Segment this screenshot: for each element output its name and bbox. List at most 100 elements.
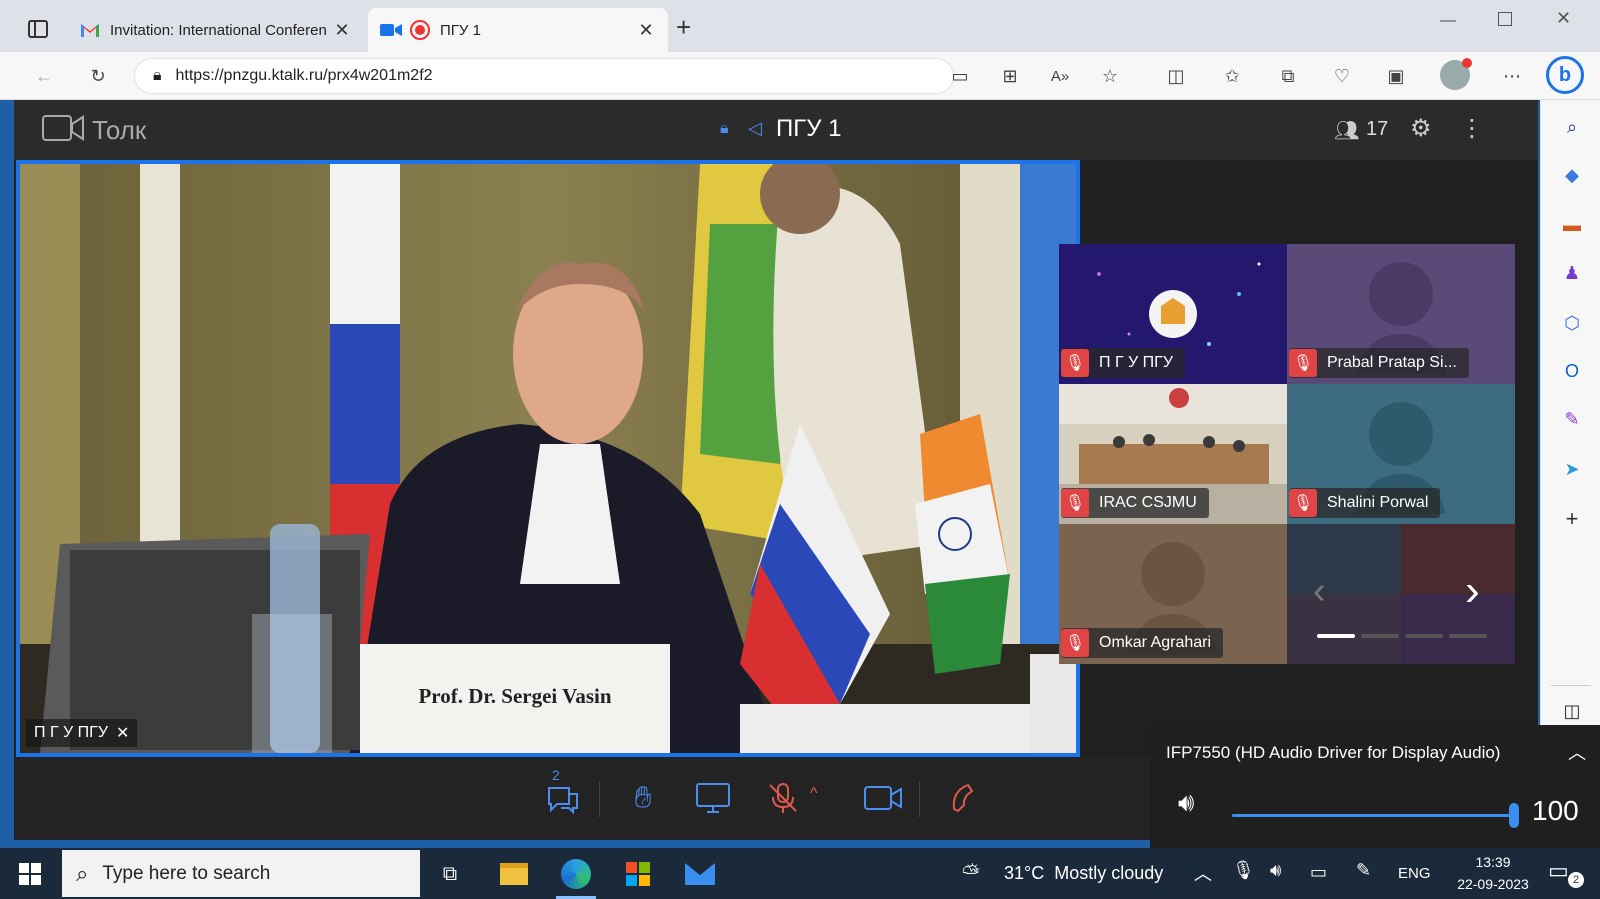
tools-briefcase-icon[interactable]: ▬ [1559,212,1585,238]
windows-start-icon[interactable] [12,856,48,892]
pager-dot[interactable] [1405,634,1443,638]
maximize-button[interactable] [1498,12,1512,26]
browser-essentials-icon[interactable]: ♡ [1330,64,1354,88]
window-close-button[interactable]: ✕ [1556,8,1571,29]
read-aloud-icon[interactable]: A» [1048,64,1072,88]
hand-icon: ✋︎ [634,781,652,814]
participant-tile-prabal[interactable]: 🎙︎ Prabal Pratap Si... [1287,244,1515,384]
tab-title: Invitation: International Conferen [110,21,327,39]
minimize-button[interactable]: — [1440,12,1456,30]
settings-gear-icon[interactable]: ⚙ [1410,114,1432,143]
pager-dot[interactable] [1361,634,1399,638]
bing-copilot-icon[interactable]: b [1546,56,1584,94]
tab-gmail-invitation[interactable]: Invitation: International Conferen ✕ [68,8,364,52]
main-speaker-video[interactable]: Prof. Dr. Sergei Vasin П Г У ПГУ ✕ [16,160,1080,757]
speaker-video-frame [20,164,1076,753]
designer-icon[interactable]: ✎ [1559,406,1585,432]
network-tray-icon[interactable]: ▭ [1310,862,1327,883]
video-camera-icon [380,24,402,36]
weather-text[interactable]: 31°C Mostly cloudy [1004,863,1163,884]
profile-avatar[interactable] [1440,58,1472,90]
brand-name: Толк [92,115,147,145]
pager-dots [1317,634,1487,638]
edge-browser-icon[interactable] [558,856,594,892]
screenshot-icon[interactable]: ▣ [1384,64,1408,88]
microphone-toggle-button[interactable] [760,775,806,821]
participants-icon[interactable]: 👥︎ [1334,118,1359,143]
add-icon[interactable]: + [1559,506,1585,532]
clock-date[interactable]: 22-09-2023 [1446,876,1540,892]
chat-button[interactable]: 2 [540,767,586,821]
sidebar-divider [1551,685,1591,686]
raise-hand-button[interactable]: ✋︎ [620,775,666,821]
speaker-name: П Г У ПГУ [34,724,108,741]
mic-muted-icon: 🎙︎ [1061,489,1089,517]
search-icon[interactable]: ⌕ [1559,114,1585,140]
close-icon[interactable]: ✕ [636,20,656,41]
refresh-icon[interactable]: ↻ [86,64,110,88]
camera-permission-icon[interactable]: ▭ [948,64,972,88]
tab-actions-icon[interactable] [28,20,48,38]
outlook-icon[interactable]: O [1559,358,1585,384]
participant-tile-irac[interactable]: 🎙︎ IRAC CSJMU [1059,384,1287,524]
volume-tray-icon[interactable]: 🔊︎ [1270,860,1281,881]
tab-pgu-1[interactable]: ПГУ 1 ✕ [368,8,668,52]
apps-icon[interactable]: ⊞ [998,64,1022,88]
more-participants-tile[interactable]: ‹ › [1287,524,1515,664]
participant-name-tag: 🎙︎ П Г У ПГУ [1061,348,1185,378]
volume-slider-track[interactable] [1232,803,1519,828]
favorites-icon[interactable]: ✩ [1220,64,1244,88]
mic-muted-icon: 🎙︎ [1289,349,1317,377]
microsoft-store-icon[interactable] [620,856,656,892]
new-tab-button[interactable]: + [676,12,691,43]
games-icon[interactable]: ♟ [1559,260,1585,286]
browser-toolbar: ← ↻ 🔒︎ https://pnzgu.ktalk.ru/prx4w201m2… [0,52,1600,100]
favorite-star-icon[interactable]: ☆ [1098,64,1122,88]
mic-muted-icon: 🎙︎ [1061,629,1089,657]
send-icon[interactable]: ➤ [1559,456,1585,482]
shopping-tag-icon[interactable]: ◆ [1559,162,1585,188]
notifications-icon[interactable]: ▭ [1548,858,1569,884]
input-language[interactable]: ENG [1398,865,1431,882]
microphone-tray-icon[interactable]: 🎙︎ [1232,860,1255,881]
speaker-volume-icon[interactable]: 🔊︎ [1178,787,1194,819]
chevron-left-icon[interactable]: ‹ [1313,570,1326,613]
sidebar-toggle-icon[interactable]: ◫ [1559,698,1585,724]
lock-icon: 🔒︎ [153,67,162,84]
participant-tile-omkar[interactable]: 🎙︎ Omkar Agrahari [1059,524,1287,664]
audio-device-name[interactable]: IFP7550 (HD Audio Driver for Display Aud… [1166,743,1500,763]
show-hidden-icons-chevron[interactable]: ︿ [1194,860,1212,886]
participant-tile-pgu[interactable]: 🎙︎ П Г У ПГУ [1059,244,1287,384]
chevron-up-icon[interactable]: ︿ [1568,739,1586,765]
close-icon[interactable]: ✕ [332,20,352,41]
more-vertical-icon[interactable]: ⋮ [1460,114,1484,143]
hang-up-button[interactable] [942,775,988,821]
mic-options-chevron-icon[interactable]: ^ [810,785,818,803]
split-screen-icon[interactable]: ◫ [1164,64,1188,88]
mic-muted-icon: 🎙︎ [1289,489,1317,517]
back-arrow-icon[interactable]: ← [32,64,56,88]
name-plate: Prof. Dr. Sergei Vasin [418,684,612,708]
pager-dot[interactable] [1449,634,1487,638]
recording-icon [410,20,430,40]
weather-cloud-icon[interactable]: ⛅︎ [962,860,980,886]
volume-slider-thumb[interactable] [1509,803,1519,828]
chat-badge: 2 [552,767,560,783]
mail-icon[interactable] [682,856,718,892]
screen-share-button[interactable] [690,775,736,821]
phone-hangup-icon [952,783,974,813]
pager-dot[interactable] [1317,634,1355,638]
camera-toggle-button[interactable] [860,775,906,821]
file-explorer-icon[interactable] [496,856,532,892]
taskbar-search-box[interactable]: ⌕ Type here to search [62,850,420,897]
chevron-right-icon[interactable]: › [1465,566,1480,616]
microsoft-365-icon[interactable]: ⬡ [1559,310,1585,336]
pen-tray-icon[interactable]: ✎ [1356,860,1371,881]
collections-icon[interactable]: ⧉ [1276,64,1300,88]
participant-tile-shalini[interactable]: 🎙︎ Shalini Porwal [1287,384,1515,524]
address-bar[interactable]: 🔒︎ https://pnzgu.ktalk.ru/prx4w201m2f2 [134,58,954,94]
task-view-icon[interactable]: ⧉ [432,856,468,892]
clock-time[interactable]: 13:39 [1454,854,1532,870]
more-options-icon[interactable]: ⋯ [1500,64,1524,88]
participants-count[interactable]: 17 [1366,118,1388,141]
